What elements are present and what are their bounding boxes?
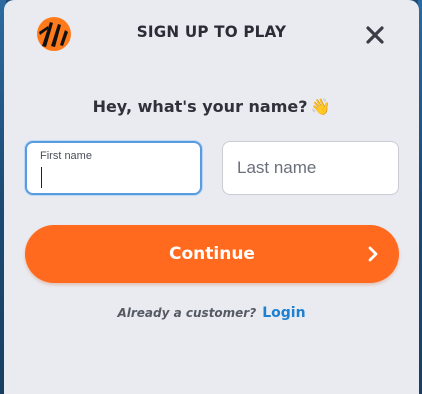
modal-title: SIGN UP TO PLAY [136, 22, 287, 41]
waving-hand-icon: 👋 [310, 97, 331, 116]
name-prompt: Hey, what's your name? 👋 [4, 97, 419, 116]
close-icon[interactable] [364, 24, 386, 46]
last-name-field[interactable] [222, 141, 399, 195]
name-prompt-text: Hey, what's your name? [92, 97, 308, 116]
chevron-right-icon [367, 245, 379, 263]
already-customer-text: Already a customer? [117, 306, 257, 320]
first-name-input[interactable] [27, 143, 200, 193]
login-link[interactable]: Login [262, 305, 305, 321]
continue-button-label: Continue [169, 244, 255, 264]
continue-button[interactable]: Continue [25, 225, 399, 283]
first-name-field[interactable]: First name [25, 141, 202, 195]
last-name-input[interactable] [223, 142, 398, 194]
login-prompt: Already a customer? Login [4, 305, 419, 321]
signup-modal: SIGN UP TO PLAY Hey, what's your name? 👋 … [4, 0, 419, 394]
